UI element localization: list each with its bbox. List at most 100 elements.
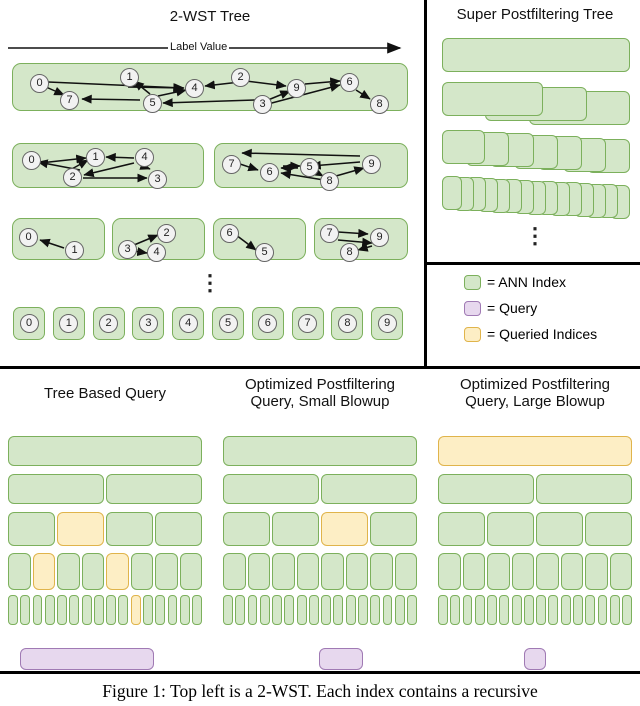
ann-index-cell — [438, 474, 535, 504]
ann-index-cell — [130, 553, 153, 590]
horizontal-divider-legend — [424, 262, 640, 265]
wst-node: 0 — [19, 314, 39, 333]
ann-index-cell — [247, 595, 258, 625]
ann-index-cell — [57, 595, 67, 625]
ann-index-cell — [223, 512, 271, 546]
ann-index-cell — [345, 595, 356, 625]
wst-node: 6 — [340, 73, 359, 92]
legend-item: = Queried Indices — [464, 326, 597, 342]
ann-index-cell — [462, 553, 485, 590]
ann-index-cell — [450, 595, 461, 625]
wst-node: 0 — [22, 151, 41, 170]
ann-index-cell — [8, 553, 31, 590]
ann-index-cell — [333, 595, 344, 625]
wst-node: 5 — [255, 243, 274, 262]
wst-node: 2 — [99, 314, 119, 333]
ann-index-cell — [235, 595, 246, 625]
ann-index-cell — [8, 436, 202, 466]
legend-item: = Query — [464, 300, 537, 316]
ann-index-cell — [105, 474, 202, 504]
ann-index-cell — [394, 595, 405, 625]
ann-index-cell — [69, 595, 80, 625]
ann-index-cell — [81, 595, 92, 625]
ann-index-cell — [609, 595, 620, 625]
queried-index-cell — [320, 512, 369, 546]
ann-index-cell — [155, 553, 178, 590]
super-layer-box — [442, 176, 463, 210]
ann-index-cell — [223, 436, 417, 466]
query-swatch — [464, 300, 481, 316]
legend-label: = Query — [487, 300, 538, 316]
query-panel-title-line: Query, Small Blowup — [250, 393, 390, 410]
super-layer-box — [442, 130, 486, 164]
ann-index-cell — [106, 595, 117, 625]
horizontal-divider-main — [0, 366, 640, 369]
queried-index-cell — [32, 553, 55, 590]
wst-tree-panel: 2-WST Tree Label Value 0 7 1 5 4 2 3 9 6… — [0, 0, 420, 366]
query-panel-title-line: Query, Large Blowup — [465, 393, 605, 410]
ann-index-cell — [438, 512, 486, 546]
query-panel-2: Optimized Postfiltering Query, Large Blow… — [430, 372, 640, 671]
query-bar — [319, 648, 363, 670]
ann-index-cell — [499, 595, 510, 625]
ann-index-cell — [573, 595, 583, 625]
wst-node: 3 — [118, 240, 137, 259]
wst-node: 8 — [337, 314, 357, 333]
wst-node: 4 — [178, 314, 198, 333]
ann-index-cell — [223, 474, 320, 504]
ann-index-cell — [560, 553, 583, 590]
horizontal-divider-bottom — [0, 671, 640, 674]
legend-item: = ANN Index — [464, 274, 566, 290]
ann-index-cell — [358, 595, 368, 625]
wst-node: 9 — [287, 79, 306, 98]
query-panel-title-line: Optimized Postfiltering — [244, 376, 396, 393]
wst-node: 6 — [260, 163, 279, 182]
ann-index-cell — [44, 595, 55, 625]
ann-index-cell — [192, 595, 202, 625]
ann-index-cell — [369, 512, 417, 546]
query-bar — [524, 648, 546, 670]
query-panel-1: Optimized Postfiltering Query, Small Blow… — [215, 372, 425, 671]
ann-index-cell — [535, 512, 584, 546]
query-panel-title: Tree Based Query — [44, 385, 166, 402]
wst-ellipsis: ⋮ — [199, 270, 221, 295]
wst-node: 7 — [222, 155, 241, 174]
queried-index-cell — [106, 553, 129, 590]
ann-index-cell — [609, 553, 632, 590]
query-panel-title: Optimized Postfiltering Query, Small Blow… — [215, 376, 425, 410]
ann-index-cell — [272, 595, 282, 625]
query-panel-title-line: Optimized Postfiltering — [459, 376, 611, 393]
queried-indices-swatch — [464, 326, 481, 342]
ann-index-cell — [585, 595, 596, 625]
ann-index-cell — [272, 553, 295, 590]
ann-index-cell — [536, 595, 547, 625]
ann-index-cell — [585, 553, 608, 590]
ann-index-swatch — [464, 274, 481, 290]
ann-index-cell — [81, 553, 104, 590]
wst-level3-edges — [39, 228, 373, 257]
ann-index-cell — [407, 595, 417, 625]
wst-node: 3 — [138, 314, 158, 333]
ann-index-cell — [57, 553, 80, 590]
wst-node: 0 — [30, 74, 49, 93]
query-bar — [20, 648, 154, 670]
ann-index-cell — [394, 553, 417, 590]
ann-index-cell — [584, 512, 632, 546]
ann-index-cell — [370, 595, 381, 625]
ann-index-cell — [259, 595, 270, 625]
wst-node: 5 — [218, 314, 238, 333]
wst-node: 6 — [220, 224, 239, 243]
queried-index-cell — [438, 436, 632, 466]
ann-index-cell — [154, 512, 202, 546]
legend-label: = Queried Indices — [487, 326, 598, 342]
ann-index-cell — [223, 553, 246, 590]
wst-node: 2 — [63, 168, 82, 187]
query-panel-title: Optimized Postfiltering Query, Large Blow… — [430, 376, 640, 410]
wst-node: 9 — [377, 314, 397, 333]
wst-node: 9 — [370, 228, 389, 247]
ann-index-cell — [118, 595, 129, 625]
wst-node: 7 — [60, 91, 79, 110]
wst-node: 2 — [157, 224, 176, 243]
ann-index-cell — [8, 595, 18, 625]
ann-index-cell — [296, 553, 319, 590]
